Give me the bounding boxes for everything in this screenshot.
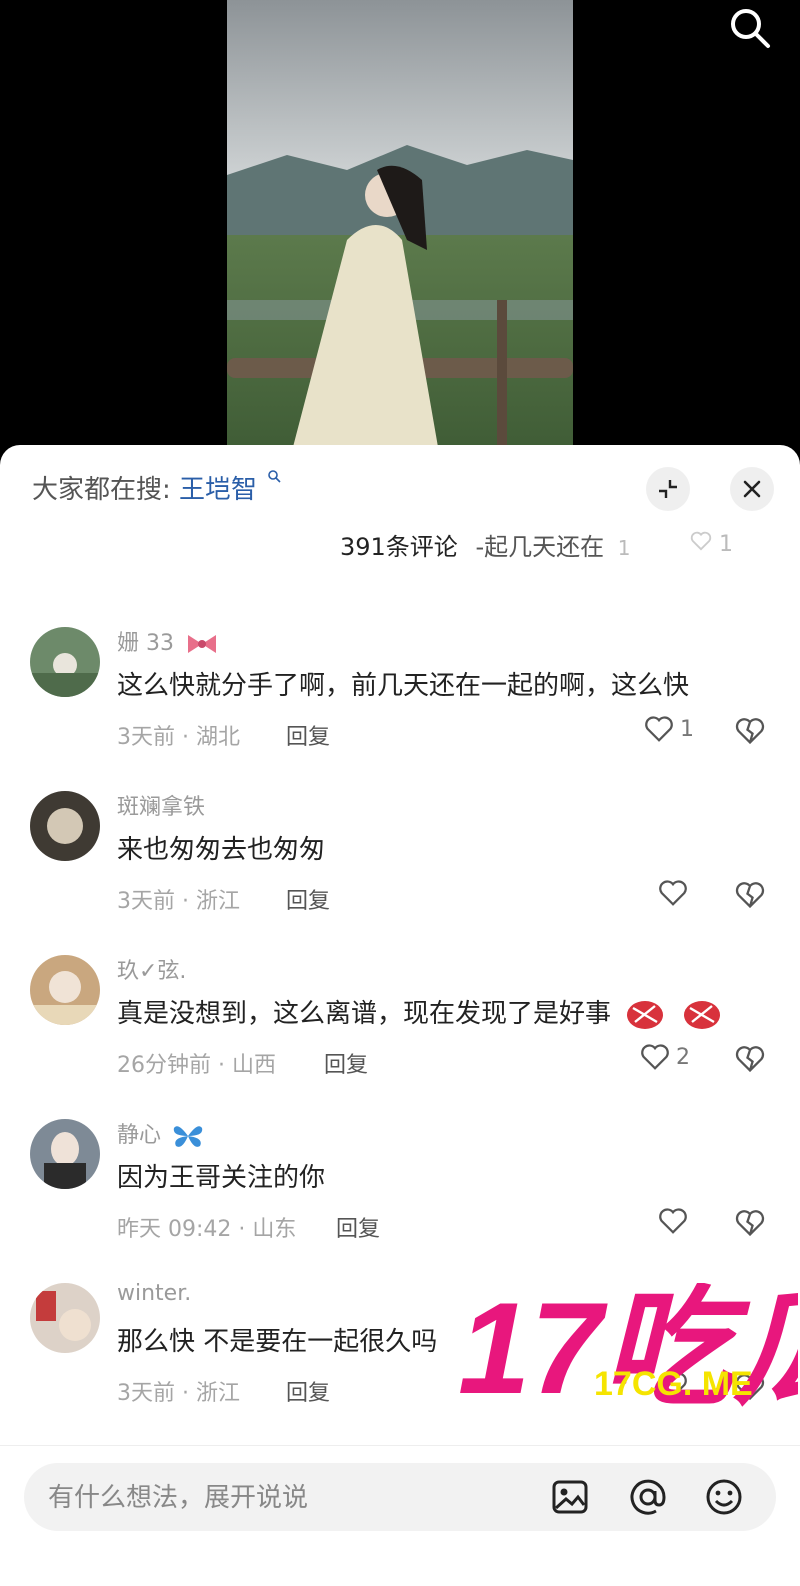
close-button[interactable] bbox=[730, 467, 774, 511]
comment-meta: 3天前 · 浙江 bbox=[117, 889, 240, 914]
trending-search[interactable]: 大家都在搜: 王垲智 bbox=[32, 469, 281, 506]
search-icon bbox=[731, 9, 770, 48]
like-count: 2 bbox=[676, 1044, 690, 1070]
reply-button[interactable]: 回复 bbox=[336, 1211, 380, 1243]
reply-button[interactable]: 回复 bbox=[286, 719, 330, 751]
search-button[interactable] bbox=[726, 4, 774, 52]
broken-heart-icon bbox=[735, 1046, 765, 1073]
mention-button[interactable] bbox=[628, 1477, 668, 1517]
watermark-small-text: 17CG. ME bbox=[594, 1365, 753, 1403]
reply-button[interactable]: 回复 bbox=[286, 1375, 330, 1407]
trending-label: 大家都在搜: bbox=[32, 475, 171, 505]
collapse-icon bbox=[659, 480, 677, 498]
bow-icon bbox=[188, 635, 216, 653]
ghost-like-count: 1 bbox=[617, 536, 631, 560]
comment-username[interactable]: 斑斓拿铁 bbox=[117, 789, 205, 821]
heart-icon bbox=[645, 716, 673, 742]
divider bbox=[0, 1445, 800, 1446]
avatar[interactable] bbox=[30, 1119, 100, 1189]
comment-username[interactable]: 玖✓弦. bbox=[117, 953, 186, 985]
comment-text: 那么快 不是要在一起很久吗 bbox=[117, 1327, 438, 1357]
watermark-logo: 17吃瓜 17CG. ME bbox=[458, 1275, 800, 1421]
heart-icon bbox=[641, 1044, 669, 1070]
dislike-button[interactable] bbox=[734, 881, 766, 913]
image-button[interactable] bbox=[550, 1477, 590, 1517]
like-button[interactable]: 2 bbox=[640, 1043, 690, 1071]
username-text: 玖✓弦. bbox=[117, 959, 187, 984]
comment-text-body: 真是没想到，这么离谱，现在发现了是好事 bbox=[117, 999, 612, 1029]
comment-meta: 昨天 09:42 · 山东 bbox=[117, 1217, 297, 1242]
comment-input-bar bbox=[24, 1463, 776, 1533]
firecracker-icon bbox=[627, 1000, 664, 1029]
username-text: winter. bbox=[117, 1281, 192, 1306]
avatar[interactable] bbox=[30, 791, 100, 861]
video-frame[interactable] bbox=[227, 0, 573, 470]
dislike-button[interactable] bbox=[734, 1209, 766, 1241]
heart-icon bbox=[690, 531, 712, 551]
avatar[interactable] bbox=[30, 955, 100, 1025]
comment-meta: 3天前 · 湖北 bbox=[117, 725, 240, 750]
comment-item: 玖✓弦. 真是没想到，这么离谱，现在发现了是好事 26分钟前 · 山西 回复 2 bbox=[0, 955, 800, 1105]
small-search-icon bbox=[268, 470, 281, 483]
broken-heart-icon bbox=[735, 882, 765, 909]
comment-item: 静心 因为王哥关注的你 昨天 09:42 · 山东 回复 bbox=[0, 1119, 800, 1269]
comment-text: 来也匆匆去也匆匆 bbox=[117, 835, 326, 865]
comment-meta: 3天前 · 浙江 bbox=[117, 1381, 240, 1406]
username-text: 姗 33 bbox=[117, 631, 174, 656]
heart-icon bbox=[659, 880, 687, 906]
comment-text: 因为王哥关注的你 bbox=[117, 1163, 326, 1193]
image-icon bbox=[552, 1480, 588, 1514]
like-button[interactable] bbox=[658, 1207, 694, 1235]
at-icon bbox=[630, 1479, 666, 1515]
comment-count-row: 391条评论 -起几天还在 1 bbox=[340, 527, 631, 562]
ghost-comment-text: -起几天还在 bbox=[475, 533, 605, 561]
username-text: 斑斓拿铁 bbox=[117, 795, 206, 820]
reply-button[interactable]: 回复 bbox=[324, 1047, 368, 1079]
comment-meta: 26分钟前 · 山西 bbox=[117, 1053, 276, 1078]
comment-item: 斑斓拿铁 来也匆匆去也匆匆 3天前 · 浙江 回复 bbox=[0, 791, 800, 941]
like-count: 1 bbox=[680, 716, 694, 742]
dislike-button[interactable] bbox=[734, 717, 766, 749]
firecracker-icon bbox=[683, 1000, 720, 1029]
broken-heart-icon bbox=[735, 1210, 765, 1237]
trending-keyword[interactable]: 王垲智 bbox=[179, 475, 257, 505]
comment-username[interactable]: 静心 bbox=[117, 1117, 204, 1150]
ghost-like: 1 bbox=[690, 531, 733, 557]
emoji-button[interactable] bbox=[704, 1477, 744, 1517]
collapse-button[interactable] bbox=[646, 467, 690, 511]
comment-username[interactable]: 姗 33 bbox=[117, 625, 219, 657]
dislike-button[interactable] bbox=[734, 1045, 766, 1077]
broken-heart-icon bbox=[735, 718, 765, 745]
ghost-like-count2: 1 bbox=[719, 532, 733, 557]
smiley-icon bbox=[706, 1479, 742, 1515]
comment-sheet: 大家都在搜: 王垲智 391条评论 -起几天还在 1 1 姗 33 这么快就分手… bbox=[0, 445, 800, 1586]
comment-username[interactable]: winter. bbox=[117, 1281, 191, 1306]
avatar[interactable] bbox=[30, 627, 100, 697]
like-button[interactable]: 1 bbox=[644, 715, 694, 743]
comment-text: 这么快就分手了啊，前几天还在一起的啊，这么快 bbox=[117, 671, 690, 701]
username-text: 静心 bbox=[117, 1123, 162, 1148]
comment-text: 真是没想到，这么离谱，现在发现了是好事 bbox=[117, 993, 724, 1032]
comment-input[interactable] bbox=[46, 1463, 530, 1533]
reply-button[interactable]: 回复 bbox=[286, 883, 330, 915]
like-button[interactable] bbox=[658, 879, 694, 907]
heart-icon bbox=[659, 1208, 687, 1234]
butterfly-icon bbox=[173, 1126, 203, 1147]
comment-item: 姗 33 这么快就分手了啊，前几天还在一起的啊，这么快 3天前 · 湖北 回复 … bbox=[0, 627, 800, 777]
avatar[interactable] bbox=[30, 1283, 100, 1353]
comment-count: 391条评论 bbox=[340, 533, 458, 561]
close-icon bbox=[743, 480, 761, 498]
